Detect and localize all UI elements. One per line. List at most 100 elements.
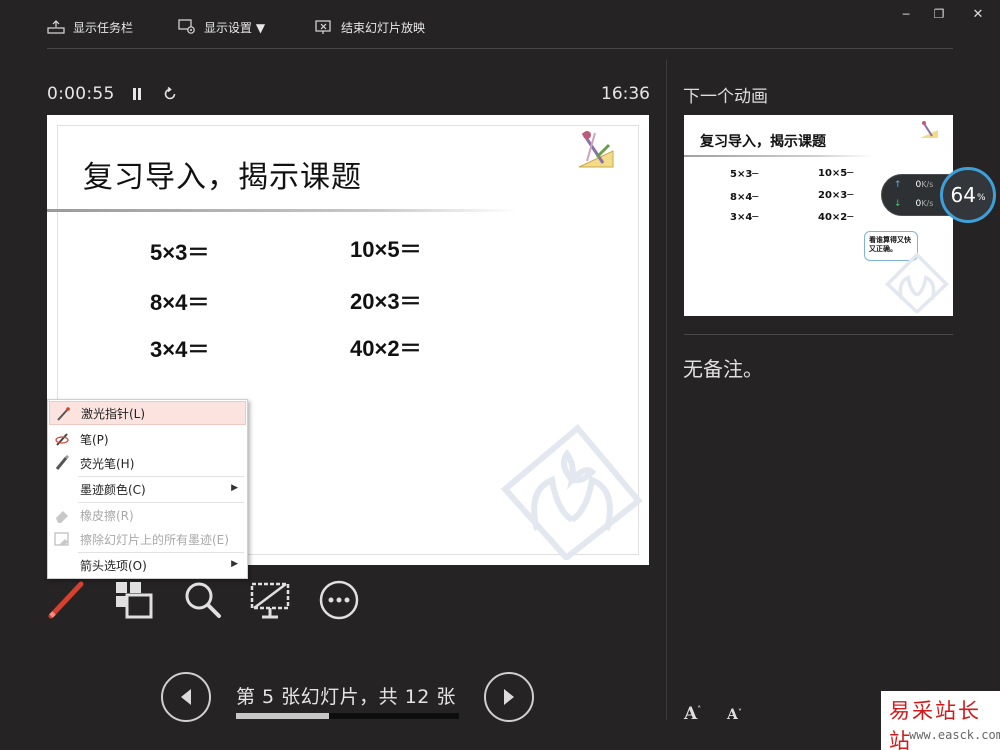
thumb-equation-2: 10×5─	[818, 168, 854, 179]
pen-context-menu: 激光指针(L) 笔(P) 荧光笔(H) 墨迹颜色(C) ▶ 橡皮擦(R) 擦除幻…	[47, 399, 248, 579]
caret-down-icon: ˅	[737, 707, 742, 717]
more-options-button[interactable]	[317, 578, 361, 622]
menu-item-pen[interactable]: 笔(P)	[49, 427, 246, 451]
thumb-equation-1: 5×3─	[730, 169, 759, 180]
download-arrow-icon: ↓	[894, 199, 902, 209]
show-taskbar-button[interactable]: 显示任务栏	[47, 14, 133, 40]
equation-3: 8×4＝	[150, 290, 210, 315]
thumb-equation-6: 40×2─	[818, 212, 854, 223]
close-icon: ✕	[972, 6, 984, 22]
eraser-icon	[56, 511, 68, 523]
magnifier-icon	[185, 582, 221, 618]
panel-divider	[666, 60, 667, 720]
speaker-notes: 无备注。	[683, 357, 763, 381]
triangle-right-icon	[504, 689, 514, 705]
thumb-equation-4: 20×3─	[818, 190, 854, 201]
watermark-url: www.easck.com	[909, 728, 1000, 742]
show-taskbar-label: 显示任务栏	[73, 20, 134, 35]
site-watermark: 易采站长站 www.easck.com	[881, 691, 1000, 750]
slide-progress-bar	[236, 713, 459, 719]
gauge-unit: %	[976, 193, 986, 203]
more-icon	[319, 580, 359, 620]
menu-item-ink-color[interactable]: 墨迹颜色(C) ▶	[49, 477, 246, 501]
equation-2: 10×5＝	[350, 237, 422, 262]
upload-arrow-icon: ↑	[894, 180, 902, 190]
close-button[interactable]: ✕	[968, 4, 988, 24]
screen-slash-icon	[250, 582, 290, 619]
end-slideshow-button[interactable]: 结束幻灯片放映	[315, 14, 425, 40]
submenu-arrow-icon: ▶	[231, 483, 238, 493]
thumb-title-rule	[684, 155, 874, 157]
laser-pointer-icon	[57, 407, 70, 421]
menu-item-label: 箭头选项(O)	[80, 558, 147, 573]
menu-item-label: 擦除幻灯片上的所有墨迹(E)	[80, 532, 229, 547]
menu-item-clear-all-ink[interactable]: 擦除幻灯片上的所有墨迹(E)	[49, 527, 246, 551]
reset-timer-button[interactable]	[161, 84, 179, 104]
slide-counter[interactable]: 第 5 张幻灯片，共 12 张	[236, 682, 456, 709]
see-all-slides-button[interactable]	[112, 578, 156, 622]
equation-4: 20×3＝	[350, 289, 422, 314]
taskbar-icon	[47, 20, 65, 34]
memory-gauge[interactable]: 64%	[940, 167, 996, 223]
previous-slide-button[interactable]	[161, 672, 211, 722]
menu-item-arrow-options[interactable]: 箭头选项(O) ▶	[49, 553, 246, 577]
menu-item-label: 橡皮擦(R)	[80, 508, 134, 523]
font-increase-glyph: A	[684, 704, 698, 724]
menu-item-label: 激光指针(L)	[81, 406, 146, 421]
highlighter-icon	[55, 455, 70, 470]
font-decrease-glyph: A	[727, 707, 738, 723]
slides-grid-icon	[116, 582, 153, 619]
equation-1: 5×3＝	[150, 240, 210, 265]
thumb-equation-5: 3×4─	[730, 212, 759, 223]
display-settings-button[interactable]: 显示设置 ▼	[178, 14, 265, 40]
thumb-title: 复习导入，揭示课题	[700, 134, 826, 150]
reset-icon	[164, 87, 176, 100]
decrease-font-button[interactable]: A˅	[727, 707, 742, 723]
increase-font-button[interactable]: A˄	[684, 704, 701, 724]
upload-unit: K/s	[921, 180, 934, 189]
compass-ruler-icon	[920, 121, 938, 138]
gauge-value: 64	[950, 183, 976, 207]
pause-button[interactable]	[128, 84, 146, 104]
next-slide-button[interactable]	[484, 672, 534, 722]
triangle-left-icon	[181, 689, 191, 705]
next-animation-label: 下一个动画	[683, 87, 768, 107]
minimize-button[interactable]: ─	[896, 4, 916, 24]
slide-title: 复习导入，揭示课题	[83, 160, 362, 195]
menu-item-label: 笔(P)	[80, 432, 109, 447]
equation-6: 40×2＝	[350, 336, 422, 361]
end-slideshow-icon	[315, 20, 331, 34]
clear-ink-icon	[54, 532, 69, 546]
school-logo-watermark	[884, 252, 950, 313]
compass-ruler-icon	[578, 131, 614, 168]
pause-icon	[133, 88, 141, 100]
caret-up-icon: ˄	[697, 704, 702, 714]
menu-item-laser-pointer[interactable]: 激光指针(L)	[49, 401, 246, 425]
equation-5: 3×4＝	[150, 337, 210, 362]
minimize-icon: ─	[902, 7, 910, 21]
display-settings-label: 显示设置 ▼	[204, 20, 266, 35]
black-screen-button[interactable]	[248, 578, 292, 622]
thumb-equation-3: 8×4─	[730, 192, 759, 203]
school-logo-watermark	[500, 424, 643, 560]
menu-item-label: 墨迹颜色(C)	[80, 482, 146, 497]
end-slideshow-label: 结束幻灯片放映	[341, 20, 426, 35]
zoom-button[interactable]	[181, 578, 225, 622]
menu-item-eraser[interactable]: 橡皮擦(R)	[49, 503, 246, 527]
notes-divider	[684, 334, 953, 335]
download-unit: K/s	[921, 199, 934, 208]
restore-button[interactable]: ❐	[929, 4, 949, 24]
pen-tool-icon	[48, 581, 84, 619]
elapsed-timer: 0:00:55	[47, 84, 115, 104]
toolbar-divider	[47, 48, 953, 49]
current-time: 16:36	[601, 84, 650, 104]
menu-item-highlighter[interactable]: 荧光笔(H)	[49, 451, 246, 475]
display-settings-icon	[178, 19, 195, 34]
submenu-arrow-icon: ▶	[231, 559, 238, 569]
restore-icon: ❐	[933, 7, 945, 21]
slide-progress-fill	[236, 713, 329, 719]
pen-icon	[55, 433, 69, 446]
slide-title-rule	[47, 209, 517, 212]
pen-tool-button[interactable]	[45, 578, 89, 622]
menu-item-label: 荧光笔(H)	[80, 456, 135, 471]
